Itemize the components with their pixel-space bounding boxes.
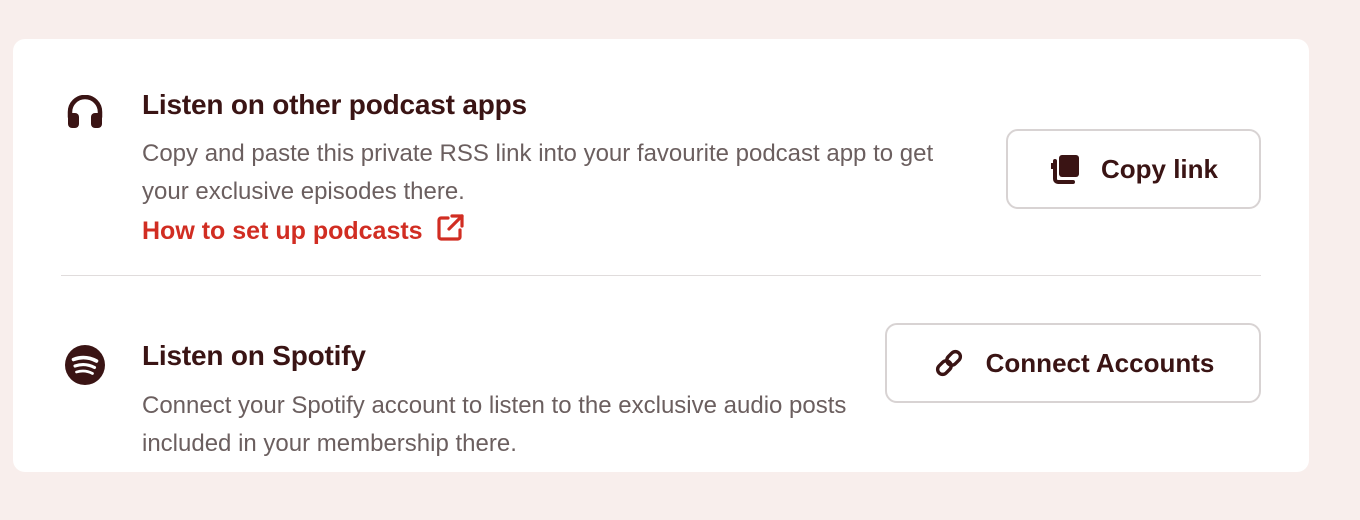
- spotify-icon: [65, 345, 105, 385]
- connect-accounts-label: Connect Accounts: [985, 347, 1215, 378]
- connect-accounts-button[interactable]: Connect Accounts: [885, 323, 1261, 403]
- spotify-section: Listen on Spotify Connect your Spotify a…: [13, 276, 1309, 472]
- copy-link-button[interactable]: Copy link: [1006, 129, 1261, 209]
- spotify-description: Connect your Spotify account to listen t…: [142, 392, 847, 457]
- copy-link-label: Copy link: [1100, 153, 1218, 184]
- podcast-options-card: Listen on other podcast apps Copy and pa…: [13, 39, 1309, 472]
- external-link-icon: [435, 213, 465, 250]
- spotify-title: Listen on Spotify: [142, 340, 366, 371]
- copy-icon: [1049, 153, 1081, 185]
- how-to-set-up-podcasts-link[interactable]: How to set up podcasts: [142, 213, 465, 250]
- rss-title: Listen on other podcast apps: [142, 89, 527, 120]
- rss-section: Listen on other podcast apps Copy and pa…: [13, 39, 1309, 275]
- rss-description: Copy and paste this private RSS link int…: [142, 140, 934, 205]
- help-link-label: How to set up podcasts: [142, 217, 423, 245]
- link-icon: [932, 346, 966, 380]
- headphones-icon: [65, 92, 105, 132]
